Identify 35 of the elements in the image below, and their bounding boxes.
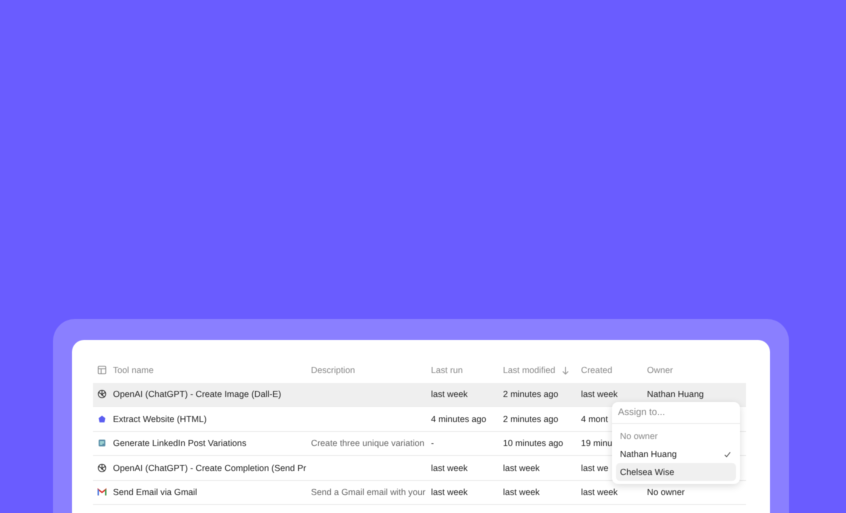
column-header[interactable]: Created bbox=[581, 365, 612, 376]
table-cell: last we bbox=[581, 462, 608, 473]
table-row[interactable]: OpenAI (ChatGPT) - Create Image (Dall-E) last week 2 minutes ago last week Nathan Huang bbox=[93, 382, 746, 407]
table-cell: No owner bbox=[647, 487, 685, 498]
table-cell: last week bbox=[503, 462, 540, 473]
table-cell: Create three unique variation bbox=[311, 438, 424, 448]
table-cell: - bbox=[431, 438, 434, 448]
owner-option[interactable]: Chelsea Wise bbox=[616, 463, 736, 481]
table-icon bbox=[97, 365, 107, 376]
table-cell: Send Email via Gmail bbox=[113, 487, 198, 498]
table-cell: last week bbox=[581, 487, 618, 498]
assign-search-field[interactable]: Assign to... bbox=[612, 402, 740, 424]
column-header[interactable]: Tool name bbox=[113, 365, 154, 376]
table-cell: last week bbox=[431, 389, 468, 400]
sort-arrow-icon bbox=[561, 366, 570, 375]
table-cell: Send a Gmail email with your bbox=[311, 487, 426, 498]
column-header[interactable]: Last run bbox=[431, 365, 463, 376]
table-cell: OpenAI (ChatGPT) - Create Completion (Send Pr bbox=[113, 462, 306, 473]
table-cell: 19 minu bbox=[581, 438, 612, 448]
table-cell: Extract Website (HTML) bbox=[113, 414, 207, 424]
table-cell: Generate LinkedIn Post Variations bbox=[113, 438, 246, 448]
table-cell: Nathan Huang bbox=[647, 389, 704, 400]
table-cell: 4 mont bbox=[581, 414, 608, 424]
column-header[interactable]: Owner bbox=[647, 365, 673, 376]
table-cell: 10 minutes ago bbox=[503, 438, 564, 448]
column-header[interactable]: Description bbox=[311, 365, 356, 376]
table-cell: last week bbox=[431, 462, 468, 473]
table-cell: 4 minutes ago bbox=[431, 414, 486, 424]
table-cell: last week bbox=[581, 389, 618, 400]
table-cell: 2 minutes ago bbox=[503, 414, 558, 424]
table-cell: last week bbox=[431, 487, 468, 498]
table-cell: 2 minutes ago bbox=[503, 389, 558, 400]
table-cell: OpenAI (ChatGPT) - Create Image (Dall-E) bbox=[113, 389, 282, 400]
table-cell: last week bbox=[503, 487, 540, 498]
column-header[interactable]: Last modified bbox=[503, 365, 556, 376]
